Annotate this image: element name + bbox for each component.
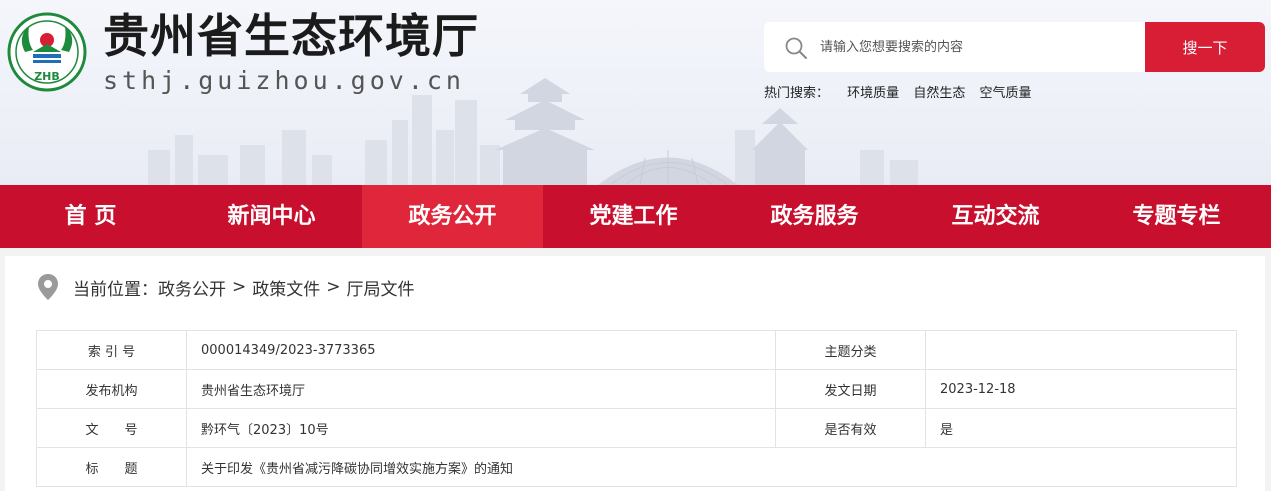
info-value-title: 关于印发《贵州省减污降碳协同增效实施方案》的通知 [186,447,1237,487]
breadcrumb-link-bureau-documents[interactable]: 厅局文件 [347,275,415,300]
table-row: 索 引 号 000014349/2023-3773365 主题分类 [36,330,1237,370]
table-row: 标 题 关于印发《贵州省减污降碳协同增效实施方案》的通知 [36,447,1237,487]
breadcrumb-separator: > [232,277,247,297]
breadcrumb: 当前位置： 政务公开 > 政策文件 > 厅局文件 [37,272,415,302]
hot-search-link-natural-ecology[interactable]: 自然生态 [913,86,965,101]
hot-search: 热门搜索： 环境质量 自然生态 空气质量 [764,85,1041,103]
nav-item-party-building[interactable]: 党建工作 [543,185,724,248]
nav-item-special-topics[interactable]: 专题专栏 [1086,185,1267,248]
hot-search-label: 热门搜索： [764,86,830,101]
info-label-issuing-agency: 发布机构 [36,369,187,409]
breadcrumb-prefix: 当前位置： [73,279,158,300]
search-box [764,22,1146,72]
main-nav: 首 页 新闻中心 政务公开 党建工作 政务服务 互动交流 专题专栏 [0,185,1271,248]
info-label-validity: 是否有效 [775,408,926,448]
info-label-title: 标 题 [36,447,187,487]
nav-item-home[interactable]: 首 页 [0,185,181,248]
nav-item-government-affairs[interactable]: 政务公开 [362,185,543,248]
hot-search-link-environment-quality[interactable]: 环境质量 [847,86,899,101]
info-value-index-number: 000014349/2023-3773365 [186,330,776,370]
info-value-topic-category [925,330,1237,370]
emblem-logo: ZHB [7,12,87,92]
breadcrumb-link-government-affairs[interactable]: 政务公开 [158,275,226,300]
info-label-index-number: 索 引 号 [36,330,187,370]
table-row: 发布机构 贵州省生态环境厅 发文日期 2023-12-18 [36,369,1237,409]
nav-item-government-services[interactable]: 政务服务 [724,185,905,248]
info-value-document-number: 黔环气〔2023〕10号 [186,408,776,448]
nav-item-interaction[interactable]: 互动交流 [905,185,1086,248]
nav-item-news-center[interactable]: 新闻中心 [181,185,362,248]
breadcrumb-separator: > [326,277,341,297]
site-url: sthj.guizhou.gov.cn [103,66,465,95]
breadcrumb-link-policy-documents[interactable]: 政策文件 [252,275,320,300]
info-label-issue-date: 发文日期 [775,369,926,409]
main-content: 当前位置： 政务公开 > 政策文件 > 厅局文件 索 引 号 000014349… [5,256,1265,491]
search-icon [785,37,807,59]
info-value-issue-date: 2023-12-18 [925,369,1237,409]
search-input[interactable] [820,22,1140,72]
hot-search-link-air-quality[interactable]: 空气质量 [979,86,1031,101]
info-label-document-number: 文 号 [36,408,187,448]
info-value-issuing-agency: 贵州省生态环境厅 [186,369,776,409]
table-row: 文 号 黔环气〔2023〕10号 是否有效 是 [36,408,1237,448]
site-header: ZHB 贵州省生态环境厅 sthj.guizhou.gov.cn 搜一下 热门搜… [0,0,1271,185]
info-label-topic-category: 主题分类 [775,330,926,370]
document-info-table: 索 引 号 000014349/2023-3773365 主题分类 发布机构 贵… [36,330,1237,487]
search-button[interactable]: 搜一下 [1145,22,1265,72]
site-title: 贵州省生态环境厅 [103,9,479,63]
info-value-validity: 是 [925,408,1237,448]
logo-text: ZHB [34,70,60,83]
location-pin-icon [38,274,58,300]
